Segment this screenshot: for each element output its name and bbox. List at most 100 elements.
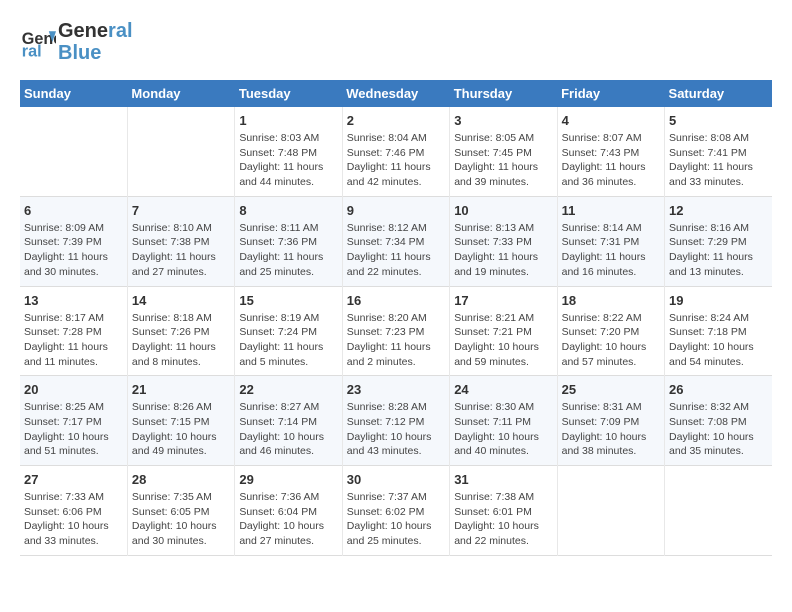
calendar-cell: 1 Sunrise: 8:03 AM Sunset: 7:48 PM Daylig…: [235, 107, 342, 196]
day-number: 8: [239, 203, 337, 218]
day-number: 27: [24, 472, 123, 487]
calendar-cell: 30 Sunrise: 7:37 AM Sunset: 6:02 PM Dayli…: [342, 466, 449, 556]
calendar-cell: 21 Sunrise: 8:26 AM Sunset: 7:15 PM Dayli…: [127, 376, 234, 466]
day-info: Sunrise: 8:22 AM Sunset: 7:20 PM Dayligh…: [562, 311, 660, 370]
day-info: Sunrise: 8:17 AM Sunset: 7:28 PM Dayligh…: [24, 311, 123, 370]
day-info: Sunrise: 8:28 AM Sunset: 7:12 PM Dayligh…: [347, 400, 445, 459]
day-info: Sunrise: 8:12 AM Sunset: 7:34 PM Dayligh…: [347, 221, 445, 280]
calendar-cell: 9 Sunrise: 8:12 AM Sunset: 7:34 PM Daylig…: [342, 196, 449, 286]
calendar-cell: 6 Sunrise: 8:09 AM Sunset: 7:39 PM Daylig…: [20, 196, 127, 286]
calendar-cell: 12Sunrise: 8:16 AM Sunset: 7:29 PM Dayli…: [665, 196, 772, 286]
day-number: 11: [562, 203, 660, 218]
day-number: 13: [24, 293, 123, 308]
day-info: Sunrise: 8:20 AM Sunset: 7:23 PM Dayligh…: [347, 311, 445, 370]
calendar-cell: 16 Sunrise: 8:20 AM Sunset: 7:23 PM Dayli…: [342, 286, 449, 376]
calendar-cell: 2 Sunrise: 8:04 AM Sunset: 7:46 PM Daylig…: [342, 107, 449, 196]
calendar-cell: 19 Sunrise: 8:24 AM Sunset: 7:18 PM Dayli…: [665, 286, 772, 376]
day-number: 3: [454, 113, 552, 128]
day-number: 2: [347, 113, 445, 128]
day-info: Sunrise: 8:04 AM Sunset: 7:46 PM Dayligh…: [347, 131, 445, 190]
day-info: Sunrise: 8:32 AM Sunset: 7:08 PM Dayligh…: [669, 400, 768, 459]
day-number: 22: [239, 382, 337, 397]
day-number: 29: [239, 472, 337, 487]
day-number: 12: [669, 203, 768, 218]
day-number: 19: [669, 293, 768, 308]
day-info: Sunrise: 8:05 AM Sunset: 7:45 PM Dayligh…: [454, 131, 552, 190]
day-number: 9: [347, 203, 445, 218]
logo-icon: Gene ral: [20, 24, 56, 60]
column-header-friday: Friday: [557, 80, 664, 107]
day-number: 14: [132, 293, 230, 308]
day-info: Sunrise: 8:21 AM Sunset: 7:21 PM Dayligh…: [454, 311, 552, 370]
calendar-cell: 13 Sunrise: 8:17 AM Sunset: 7:28 PM Dayli…: [20, 286, 127, 376]
day-info: Sunrise: 8:30 AM Sunset: 7:11 PM Dayligh…: [454, 400, 552, 459]
day-info: Sunrise: 8:03 AM Sunset: 7:48 PM Dayligh…: [239, 131, 337, 190]
day-number: 28: [132, 472, 230, 487]
column-header-thursday: Thursday: [450, 80, 557, 107]
day-info: Sunrise: 7:38 AM Sunset: 6:01 PM Dayligh…: [454, 490, 552, 549]
day-number: 15: [239, 293, 337, 308]
day-number: 1: [239, 113, 337, 128]
day-info: Sunrise: 8:10 AM Sunset: 7:38 PM Dayligh…: [132, 221, 230, 280]
day-info: Sunrise: 8:24 AM Sunset: 7:18 PM Dayligh…: [669, 311, 768, 370]
day-info: Sunrise: 7:36 AM Sunset: 6:04 PM Dayligh…: [239, 490, 337, 549]
day-info: Sunrise: 8:13 AM Sunset: 7:33 PM Dayligh…: [454, 221, 552, 280]
day-info: Sunrise: 8:31 AM Sunset: 7:09 PM Dayligh…: [562, 400, 660, 459]
calendar-header-row: SundayMondayTuesdayWednesdayThursdayFrid…: [20, 80, 772, 107]
calendar-cell: 18 Sunrise: 8:22 AM Sunset: 7:20 PM Dayli…: [557, 286, 664, 376]
svg-text:ral: ral: [22, 42, 42, 60]
day-info: Sunrise: 8:08 AM Sunset: 7:41 PM Dayligh…: [669, 131, 768, 190]
day-number: 21: [132, 382, 230, 397]
day-number: 31: [454, 472, 552, 487]
calendar-cell: 17Sunrise: 8:21 AM Sunset: 7:21 PM Dayli…: [450, 286, 557, 376]
day-info: Sunrise: 8:07 AM Sunset: 7:43 PM Dayligh…: [562, 131, 660, 190]
calendar-cell: [665, 466, 772, 556]
day-number: 26: [669, 382, 768, 397]
calendar-cell: 27 Sunrise: 7:33 AM Sunset: 6:06 PM Dayli…: [20, 466, 127, 556]
day-number: 5: [669, 113, 768, 128]
day-info: Sunrise: 8:11 AM Sunset: 7:36 PM Dayligh…: [239, 221, 337, 280]
day-info: Sunrise: 8:14 AM Sunset: 7:31 PM Dayligh…: [562, 221, 660, 280]
column-header-wednesday: Wednesday: [342, 80, 449, 107]
week-row-2: 6 Sunrise: 8:09 AM Sunset: 7:39 PM Daylig…: [20, 196, 772, 286]
calendar-cell: 11 Sunrise: 8:14 AM Sunset: 7:31 PM Dayli…: [557, 196, 664, 286]
day-info: Sunrise: 8:26 AM Sunset: 7:15 PM Dayligh…: [132, 400, 230, 459]
column-header-saturday: Saturday: [665, 80, 772, 107]
calendar-cell: 10Sunrise: 8:13 AM Sunset: 7:33 PM Dayli…: [450, 196, 557, 286]
week-row-1: 1 Sunrise: 8:03 AM Sunset: 7:48 PM Daylig…: [20, 107, 772, 196]
day-number: 4: [562, 113, 660, 128]
day-number: 25: [562, 382, 660, 397]
week-row-5: 27 Sunrise: 7:33 AM Sunset: 6:06 PM Dayli…: [20, 466, 772, 556]
page-header: Gene ral General Blue: [20, 20, 772, 64]
day-info: Sunrise: 8:18 AM Sunset: 7:26 PM Dayligh…: [132, 311, 230, 370]
day-info: Sunrise: 8:27 AM Sunset: 7:14 PM Dayligh…: [239, 400, 337, 459]
week-row-3: 13 Sunrise: 8:17 AM Sunset: 7:28 PM Dayli…: [20, 286, 772, 376]
calendar-cell: 26 Sunrise: 8:32 AM Sunset: 7:08 PM Dayli…: [665, 376, 772, 466]
calendar-cell: [20, 107, 127, 196]
day-number: 18: [562, 293, 660, 308]
column-header-sunday: Sunday: [20, 80, 127, 107]
week-row-4: 20 Sunrise: 8:25 AM Sunset: 7:17 PM Dayli…: [20, 376, 772, 466]
calendar-cell: 24Sunrise: 8:30 AM Sunset: 7:11 PM Dayli…: [450, 376, 557, 466]
day-number: 16: [347, 293, 445, 308]
day-info: Sunrise: 8:25 AM Sunset: 7:17 PM Dayligh…: [24, 400, 123, 459]
calendar-cell: 23 Sunrise: 8:28 AM Sunset: 7:12 PM Dayli…: [342, 376, 449, 466]
calendar-cell: 31 Sunrise: 7:38 AM Sunset: 6:01 PM Dayli…: [450, 466, 557, 556]
day-info: Sunrise: 8:19 AM Sunset: 7:24 PM Dayligh…: [239, 311, 337, 370]
calendar-table: SundayMondayTuesdayWednesdayThursdayFrid…: [20, 80, 772, 556]
day-info: Sunrise: 8:09 AM Sunset: 7:39 PM Dayligh…: [24, 221, 123, 280]
calendar-cell: 5 Sunrise: 8:08 AM Sunset: 7:41 PM Daylig…: [665, 107, 772, 196]
calendar-cell: [557, 466, 664, 556]
calendar-cell: 4 Sunrise: 8:07 AM Sunset: 7:43 PM Daylig…: [557, 107, 664, 196]
day-number: 20: [24, 382, 123, 397]
day-info: Sunrise: 7:33 AM Sunset: 6:06 PM Dayligh…: [24, 490, 123, 549]
day-info: Sunrise: 7:37 AM Sunset: 6:02 PM Dayligh…: [347, 490, 445, 549]
calendar-cell: [127, 107, 234, 196]
day-number: 23: [347, 382, 445, 397]
calendar-cell: 20 Sunrise: 8:25 AM Sunset: 7:17 PM Dayli…: [20, 376, 127, 466]
day-number: 30: [347, 472, 445, 487]
column-header-monday: Monday: [127, 80, 234, 107]
day-number: 6: [24, 203, 123, 218]
calendar-cell: 28Sunrise: 7:35 AM Sunset: 6:05 PM Dayli…: [127, 466, 234, 556]
day-number: 7: [132, 203, 230, 218]
